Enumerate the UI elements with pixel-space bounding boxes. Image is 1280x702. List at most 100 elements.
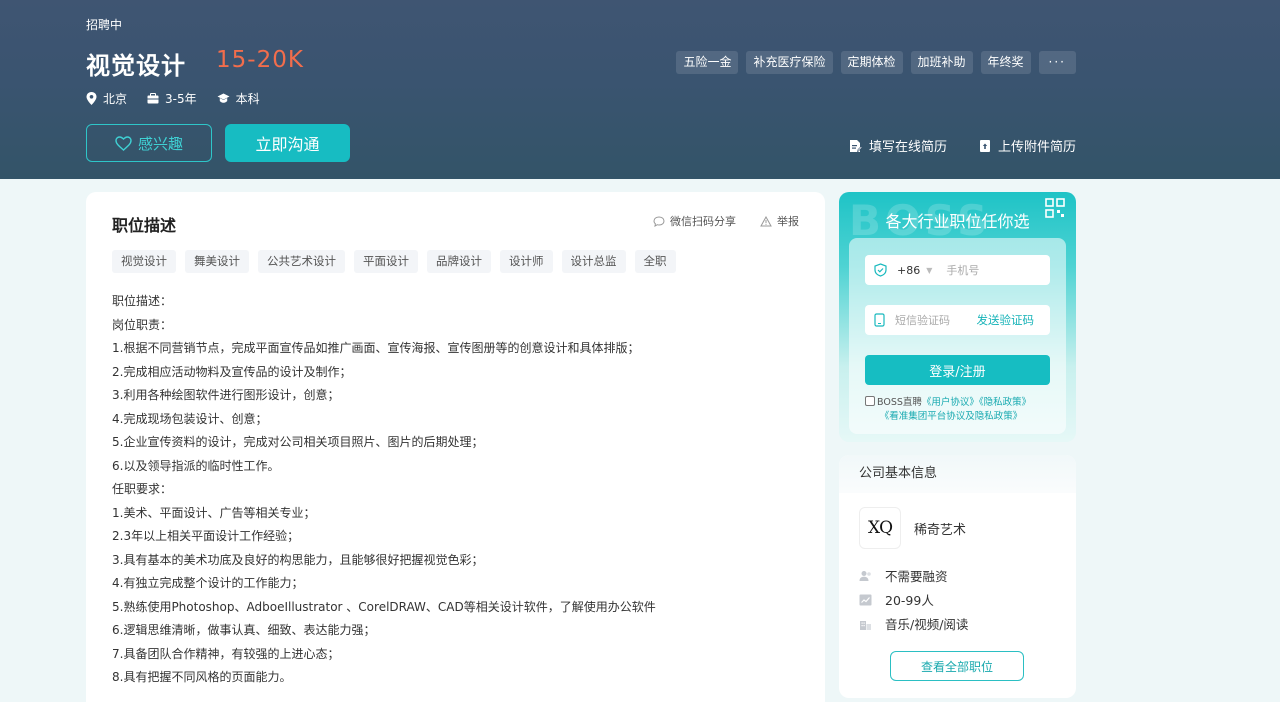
job-description-card: 职位描述 微信扫码分享 举报 视觉设计 舞美设计 公共艺术设计 平面设计 品牌设…: [86, 192, 825, 702]
company-name[interactable]: 稀奇艺术: [914, 519, 966, 538]
description-line: 4.有独立完成整个设计的工作能力；: [112, 576, 304, 590]
agree-prefix: BOSS直聘: [877, 397, 922, 408]
agree-checkbox[interactable]: [865, 396, 875, 406]
chat-bubble-icon: [653, 215, 665, 227]
online-resume-label: 填写在线简历: [868, 140, 947, 155]
group-agreement-link[interactable]: 《看准集团平台协议及隐私政策》: [880, 411, 1023, 422]
online-resume-link[interactable]: 填写在线简历: [849, 136, 947, 155]
financing-text: 不需要融资: [885, 569, 948, 584]
people-icon: [859, 570, 871, 581]
description-line: 7.具备团队合作精神，有较强的上进心态；: [112, 646, 340, 661]
description-line: 任职要求：: [112, 482, 173, 496]
job-meta: 北京 3-5年 本科: [86, 90, 280, 107]
resume-links: 填写在线简历 上传附件简历: [817, 136, 1076, 155]
share-actions: 微信扫码分享 举报: [629, 213, 799, 229]
skill-tag: 舞美设计: [185, 250, 249, 273]
phone-icon: [874, 313, 885, 327]
sms-code-input[interactable]: 短信验证码 发送验证码: [865, 305, 1050, 335]
login-card: BOSS 各大行业职位任你选 +86 ▼ 手机号 短信验证码 发送验证码 登录/…: [839, 192, 1076, 442]
experience: 3-5年: [147, 90, 197, 107]
benefit-tag: 定期体检: [840, 51, 903, 74]
description-line: 6.以及领导指派的临时性工作。: [112, 458, 280, 473]
job-title: 视觉设计: [86, 52, 186, 80]
skill-tag: 设计总监: [561, 250, 626, 273]
send-code-button[interactable]: 发送验证码: [977, 312, 1035, 328]
login-form: +86 ▼ 手机号 短信验证码 发送验证码 登录/注册 BOSS直聘《用户协议》…: [849, 238, 1066, 434]
skill-tag: 平面设计: [354, 250, 418, 273]
briefcase-icon: [147, 93, 159, 104]
benefit-tag: 加班补助: [910, 51, 973, 74]
description-line: 8.具有把握不同风格的页面能力。: [112, 670, 292, 684]
industry-text: 音乐/视频/阅读: [885, 617, 969, 632]
chevron-down-icon: ▼: [926, 265, 933, 275]
privacy-policy-link[interactable]: 《隐私政策》: [979, 397, 1031, 408]
code-placeholder: 短信验证码: [895, 314, 950, 327]
report-link[interactable]: 举报: [760, 213, 799, 229]
warning-icon: [760, 215, 772, 226]
company-size: 20-99人: [859, 590, 934, 609]
report-label: 举报: [777, 215, 799, 228]
upload-file-icon: [979, 139, 990, 152]
building-icon: [860, 620, 871, 630]
company-industry: 音乐/视频/阅读: [859, 614, 968, 633]
education-text: 本科: [235, 92, 260, 106]
heart-icon: [115, 135, 132, 151]
benefit-tag: 五险一金: [676, 51, 739, 74]
location: 北京: [86, 90, 127, 107]
description-line: 职位描述：: [112, 294, 173, 308]
phone-input[interactable]: +86 ▼ 手机号: [865, 255, 1050, 285]
job-header-banner: 招聘中 视觉设计 15-20K 北京 3-5年 本科 五险一金 补充医疗保险 定…: [0, 0, 1280, 179]
resume-edit-icon: [849, 139, 862, 153]
wechat-share-link[interactable]: 微信扫码分享: [653, 213, 736, 229]
description-line: 5.熟练使用Photoshop、AdboeIllustrator 、CorelD…: [112, 599, 656, 614]
agreement-text: BOSS直聘《用户协议》《隐私政策》 《看准集团平台协议及隐私政策》: [865, 396, 1055, 424]
company-logo[interactable]: XQ: [859, 507, 901, 549]
skill-tag: 全职: [634, 250, 676, 273]
location-text: 北京: [103, 92, 128, 106]
description-line: 1.美术、平面设计、广告等相关专业；: [112, 505, 316, 520]
size-text: 20-99人: [885, 593, 934, 608]
location-pin-icon: [86, 92, 97, 105]
section-title: 职位描述: [112, 216, 177, 235]
skill-tag: 设计师: [500, 250, 553, 273]
share-label: 微信扫码分享: [670, 215, 736, 228]
skill-tag: 公共艺术设计: [258, 250, 345, 273]
description-line: 4.完成现场包装设计、创意；: [112, 411, 268, 426]
description-line: 3.利用各种绘图软件进行图形设计，创意；: [112, 388, 340, 402]
company-financing: 不需要融资: [859, 566, 948, 585]
experience-text: 3-5年: [165, 92, 197, 106]
more-benefits-button[interactable]: ···: [1038, 51, 1076, 74]
chat-now-button[interactable]: 立即沟通: [225, 124, 350, 162]
user-agreement-link[interactable]: 《用户协议》: [922, 397, 979, 408]
job-status: 招聘中: [86, 18, 123, 32]
upload-resume-link[interactable]: 上传附件简历: [979, 136, 1076, 155]
benefit-tag: 补充医疗保险: [746, 51, 833, 74]
salary: 15-20K: [216, 47, 304, 73]
view-all-jobs-button[interactable]: 查看全部职位: [890, 651, 1024, 681]
description-line: 5.企业宣传资料的设计，完成对公司相关项目照片、图片的后期处理；: [112, 435, 484, 449]
description-line: 2.完成相应活动物料及宣传品的设计及制作；: [112, 364, 352, 379]
interest-label: 感兴趣: [137, 134, 183, 153]
phone-placeholder: 手机号: [946, 264, 980, 277]
description-line: 2.3年以上相关平面设计工作经验；: [112, 529, 300, 543]
login-register-button[interactable]: 登录/注册: [865, 355, 1050, 385]
interest-button[interactable]: 感兴趣: [86, 124, 212, 162]
company-info-card: 公司基本信息 XQ 稀奇艺术 不需要融资 20-99人 音乐/视频/阅读 查看全…: [839, 455, 1076, 698]
upload-resume-label: 上传附件简历: [997, 140, 1076, 155]
skill-tag: 品牌设计: [427, 250, 491, 273]
benefit-tags: 五险一金 补充医疗保险 定期体检 加班补助 年终奖 ···: [668, 51, 1076, 74]
description-line: 岗位职责：: [112, 317, 173, 332]
skill-tags: 视觉设计 舞美设计 公共艺术设计 平面设计 品牌设计 设计师 设计总监 全职: [112, 250, 685, 273]
company-section-title: 公司基本信息: [839, 455, 1076, 493]
description-line: 6.逻辑思维清晰，做事认真、细致、表达能力强；: [112, 623, 376, 637]
qr-code-icon[interactable]: [1038, 192, 1076, 230]
skill-tag: 视觉设计: [112, 250, 176, 273]
shield-check-icon: [874, 263, 887, 277]
job-description-text: 职位描述： 岗位职责： 1.根据不同营销节点，完成平面宣传品如推广画面、宣传海报…: [112, 290, 802, 690]
graduation-cap-icon: [217, 93, 230, 103]
chart-icon: [859, 594, 872, 605]
country-code[interactable]: +86: [897, 264, 920, 277]
benefit-tag: 年终奖: [980, 51, 1031, 74]
description-line: 3.具有基本的美术功底及良好的构思能力，且能够很好把握视觉色彩；: [112, 552, 484, 567]
description-line: 1.根据不同营销节点，完成平面宣传品如推广画面、宣传海报、宣传图册等的创意设计和…: [112, 341, 640, 355]
